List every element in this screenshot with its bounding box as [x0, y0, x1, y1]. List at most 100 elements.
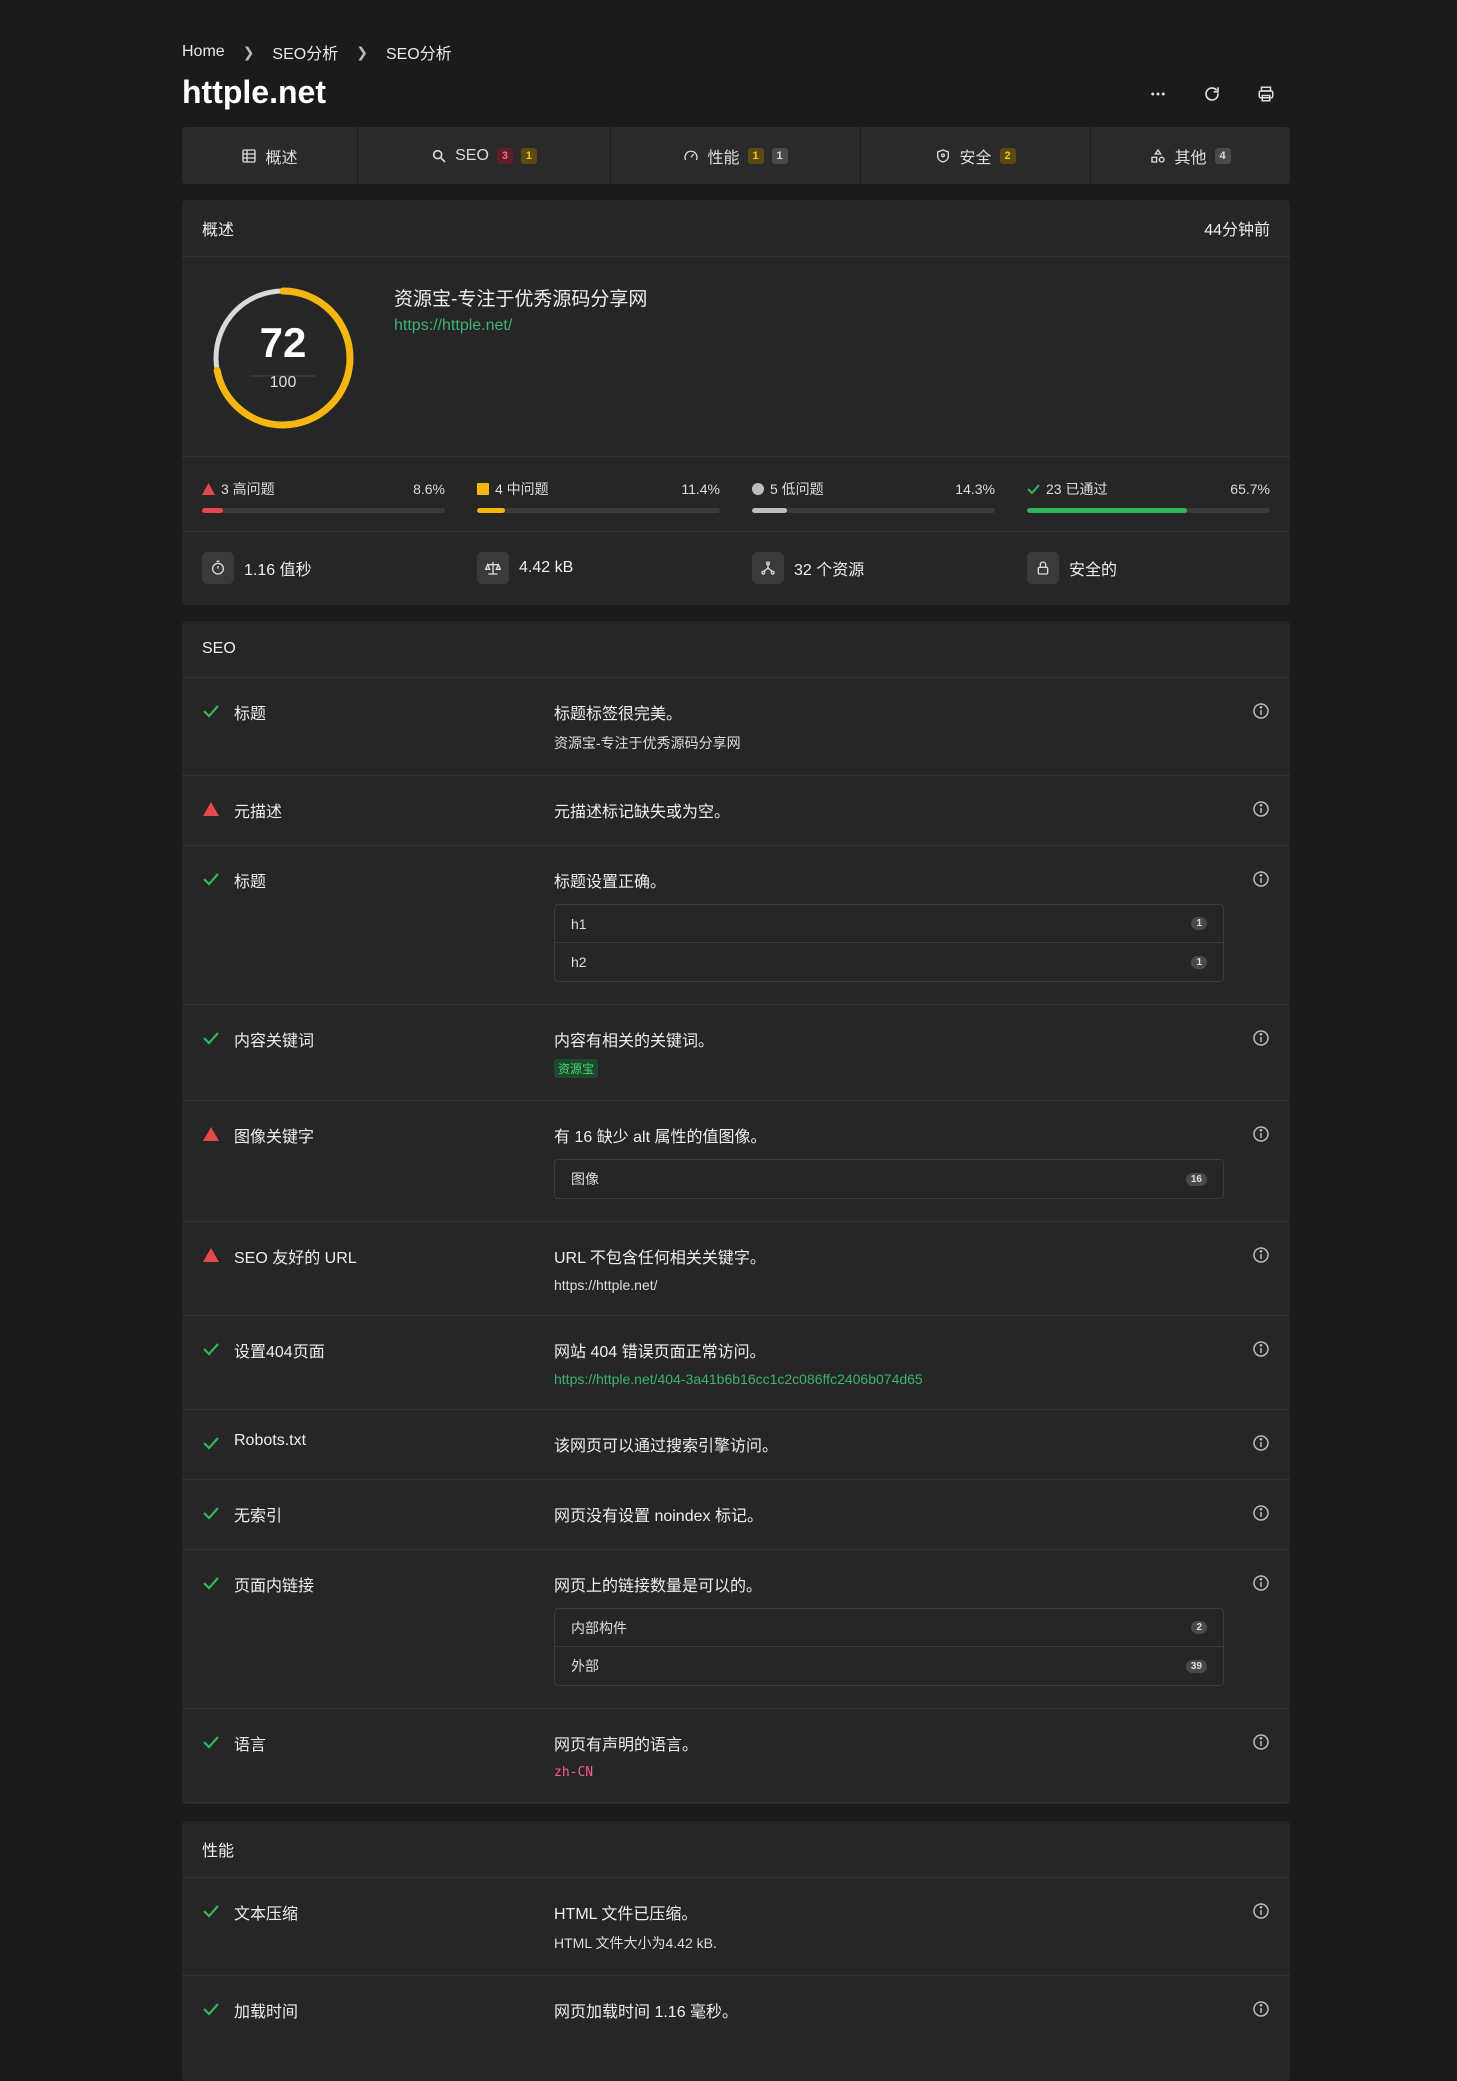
status-icon: [202, 1432, 234, 1457]
issue-high-pct: 8.6%: [413, 481, 445, 497]
check-name: 标题: [234, 874, 267, 891]
check-row: 语言 网页有声明的语言。 zh-CN: [182, 1709, 1290, 1803]
site-url-link[interactable]: https://httple.net/: [394, 317, 512, 335]
check-name: Robots.txt: [234, 1432, 307, 1449]
check-icon: [203, 1343, 219, 1356]
check-result: 元描述标记缺失或为空。: [554, 798, 1224, 823]
stats-row: 1.16 值秒 4.42 kB 32 个资源 安全的: [182, 532, 1290, 604]
check-message: 内容有相关的关键词。: [554, 1033, 715, 1050]
detail-label: h1: [571, 915, 587, 932]
overview-header: 概述 44分钟前: [182, 200, 1290, 257]
issue-low-fill: [752, 508, 787, 513]
detail-count: 16: [1185, 1172, 1207, 1186]
tab-other[interactable]: 其他 4: [1091, 127, 1290, 184]
warning-triangle-icon: [203, 1127, 219, 1141]
info-icon[interactable]: [1252, 1434, 1270, 1452]
stat-security-value: 安全的: [1069, 562, 1118, 579]
check-row: 页面内链接 网页上的链接数量是可以的。 内部构件 2 外部 39: [182, 1550, 1290, 1709]
refresh-button[interactable]: [1200, 82, 1224, 106]
detail-row[interactable]: h2 1: [555, 943, 1223, 981]
status-icon: [202, 1502, 234, 1527]
stat-load-time: 1.16 值秒: [202, 552, 445, 584]
issue-low-label: 5 低问题: [770, 481, 824, 497]
check-icon: [203, 2003, 219, 2016]
overview-summary: 72 100 资源宝-专注于优秀源码分享网 https://httple.net…: [182, 257, 1290, 457]
breadcrumb-seo[interactable]: SEO分析: [272, 40, 338, 64]
check-icon: [203, 705, 219, 718]
tab-security[interactable]: 安全 2: [861, 127, 1091, 184]
info-icon[interactable]: [1252, 1029, 1270, 1047]
check-name: 无索引: [234, 1508, 283, 1525]
issue-low: 5 低问题 14.3%: [752, 457, 995, 531]
info-icon[interactable]: [1252, 1125, 1270, 1143]
check-result: URL 不包含任何相关关键字。 https://httple.net/: [554, 1244, 1224, 1293]
check-name: 语言: [234, 1737, 267, 1754]
check-icon: [203, 1437, 219, 1450]
detail-row[interactable]: 外部 39: [555, 1647, 1223, 1685]
site-title: 资源宝-专注于优秀源码分享网: [394, 289, 648, 310]
info-icon[interactable]: [1252, 800, 1270, 818]
info-icon[interactable]: [1252, 1340, 1270, 1358]
table-icon: [242, 148, 257, 163]
issue-passed-bar: [1027, 508, 1270, 513]
check-icon: [203, 1577, 219, 1590]
detail-count: 1: [1191, 955, 1207, 969]
issue-low-bar: [752, 508, 995, 513]
check-result: 网页加载时间 1.16 毫秒。: [554, 1998, 1224, 2023]
printer-icon: [1258, 86, 1274, 102]
tab-performance[interactable]: 性能 1 1: [611, 127, 861, 184]
issue-medium: 4 中问题 11.4%: [477, 457, 720, 531]
print-button[interactable]: [1254, 82, 1278, 106]
detail-row[interactable]: 内部构件 2: [555, 1609, 1223, 1647]
seo-card: SEO 标题 标题标签很完美。 资源宝-专注于优秀源码分享网 元描述 元描述标记缺失或为…: [182, 621, 1290, 1804]
check-detail-link[interactable]: https://httple.net/404-3a41b6b16cc1c2c08…: [554, 1371, 1224, 1387]
issue-medium-pct: 11.4%: [681, 481, 720, 497]
breadcrumb: Home ❯ SEO分析 ❯ SEO分析: [182, 40, 452, 64]
low-count-badge: 1: [771, 147, 788, 164]
medium-count-badge: 1: [747, 147, 764, 164]
check-row: 无索引 网页没有设置 noindex 标记。: [182, 1480, 1290, 1550]
check-result: 内容有相关的关键词。 资源宝: [554, 1027, 1224, 1078]
more-options-button[interactable]: [1146, 82, 1170, 106]
lock-icon: [1037, 561, 1049, 575]
info-icon[interactable]: [1252, 1733, 1270, 1751]
status-icon: [202, 868, 234, 982]
check-message: URL 不包含任何相关关键字。: [554, 1250, 766, 1267]
network-icon: [761, 561, 775, 575]
check-message: 该网页可以通过搜索引擎访问。: [554, 1438, 779, 1455]
info-icon[interactable]: [1252, 702, 1270, 720]
check-message: 网页有声明的语言。: [554, 1737, 699, 1754]
detail-row[interactable]: 图像 16: [555, 1160, 1223, 1198]
performance-heading: 性能: [202, 1843, 235, 1860]
tab-overview[interactable]: 概述: [182, 127, 358, 184]
shield-icon: [937, 148, 950, 163]
breadcrumb-home[interactable]: Home: [182, 43, 225, 61]
info-icon[interactable]: [1252, 2000, 1270, 2018]
seo-check-list: 标题 标题标签很完美。 资源宝-专注于优秀源码分享网 元描述 元描述标记缺失或为空。 标题…: [182, 678, 1290, 1804]
detail-count: 2: [1191, 1621, 1207, 1634]
check-row: 标题 标题设置正确。 h1 1 h2 1: [182, 846, 1290, 1005]
check-name: 图像关键字: [234, 1129, 315, 1146]
issue-passed-fill: [1027, 508, 1187, 513]
detail-label: h2: [571, 954, 587, 970]
check-message: 元描述标记缺失或为空。: [554, 804, 731, 821]
check-row: 标题 标题标签很完美。 资源宝-专注于优秀源码分享网: [182, 678, 1290, 776]
stopwatch-icon: [212, 560, 224, 575]
detail-table: 图像 16: [554, 1159, 1224, 1199]
info-icon[interactable]: [1252, 1574, 1270, 1592]
check-name: 文本压缩: [234, 1906, 299, 1923]
tab-seo[interactable]: SEO 3 1: [358, 127, 611, 184]
seo-heading: SEO: [202, 640, 236, 657]
check-message: 网页没有设置 noindex 标记。: [554, 1508, 763, 1525]
tab-seo-label: SEO: [455, 146, 489, 164]
info-icon[interactable]: [1252, 1902, 1270, 1920]
info-icon[interactable]: [1252, 870, 1270, 888]
detail-row[interactable]: h1 1: [555, 905, 1223, 943]
check-message: 有 16 缺少 alt 属性的值图像。: [554, 1129, 767, 1146]
info-icon[interactable]: [1252, 1504, 1270, 1522]
issue-high: 3 高问题 8.6%: [202, 457, 445, 531]
status-icon: [202, 700, 234, 753]
info-icon[interactable]: [1252, 1246, 1270, 1264]
stat-size-value: 4.42 kB: [519, 559, 574, 576]
check-detail: 资源宝-专注于优秀源码分享网: [554, 735, 741, 751]
